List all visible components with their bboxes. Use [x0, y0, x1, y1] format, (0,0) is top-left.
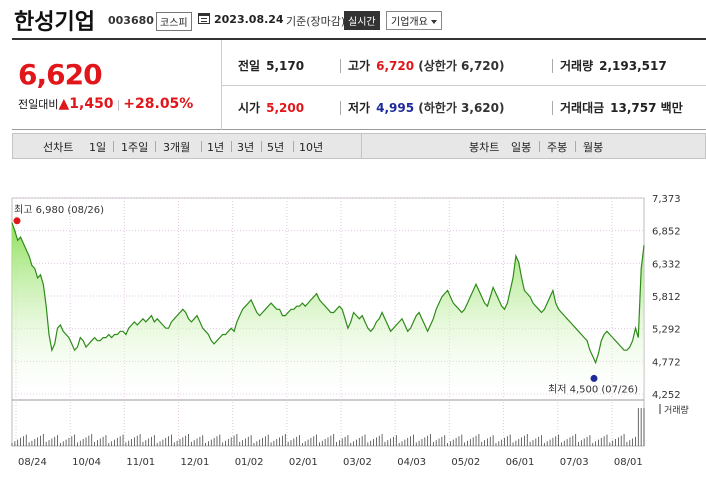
- low-value: 4,995: [376, 101, 415, 115]
- tab-separator: [261, 141, 262, 152]
- amount-value: 13,757: [610, 101, 657, 115]
- y-tick-label: 5,812: [652, 292, 681, 303]
- divider: [552, 59, 553, 73]
- volume-value: 2,193,517: [599, 59, 667, 73]
- open-stat: 시가 5,200: [238, 99, 304, 116]
- low-marker: [590, 374, 598, 382]
- tab-10year[interactable]: 10년: [299, 139, 323, 155]
- tab-monthly[interactable]: 월봉: [583, 139, 603, 155]
- high-stat: 고가 6,720 (상한가 6,720): [348, 57, 504, 74]
- x-tick-label: 05/02: [451, 457, 480, 468]
- y-tick-label: 4,772: [652, 357, 681, 368]
- market-badge: 코스피: [156, 12, 192, 31]
- y-tick-label: 4,252: [652, 390, 681, 401]
- volume-label: 거래량: [664, 404, 689, 416]
- chart-period-tabs: 선차트 1일 1주일 3개월 1년 3년 5년 10년 봉차트 일봉 주봉 월봉: [12, 133, 706, 159]
- high-value: 6,720: [376, 59, 415, 73]
- high-label: 고가: [348, 59, 371, 73]
- amount-unit: 백만: [660, 101, 683, 115]
- calendar-icon: [198, 13, 210, 24]
- x-tick-label: 06/01: [506, 457, 535, 468]
- x-tick-label: 03/02: [343, 457, 372, 468]
- divider: [552, 101, 553, 115]
- x-tick-label: 07/03: [560, 457, 589, 468]
- high-marker: [13, 217, 21, 225]
- x-tick-label: 02/01: [289, 457, 318, 468]
- high-annotation: 최고 6,980 (08/26): [14, 204, 104, 216]
- y-tick-label: 5,292: [652, 325, 681, 336]
- tab-separator: [113, 141, 114, 152]
- change-label: 전일대비: [18, 98, 59, 111]
- price-chart: 7,373 6,852 6,332 5,812 5,292 4,772 4,252 08/24…: [0, 184, 706, 478]
- divider: [340, 59, 341, 73]
- current-price-box: 6,620 전일대비▲1,450 | +28.05%: [12, 40, 222, 130]
- x-tick-label: 12/01: [181, 457, 210, 468]
- low-stat: 저가 4,995 (하한가 3,620): [348, 99, 504, 116]
- price-area: [12, 222, 644, 394]
- amount-label: 거래대금: [560, 101, 605, 115]
- change-row: 전일대비▲1,450 | +28.05%: [18, 96, 193, 112]
- tab-separator: [201, 141, 202, 152]
- company-overview-dropdown[interactable]: 기업개요: [386, 11, 442, 30]
- tab-separator: [231, 141, 232, 152]
- tab-1year[interactable]: 1년: [207, 139, 224, 155]
- tab-separator: [155, 141, 156, 152]
- tab-separator: [575, 141, 576, 152]
- realtime-button[interactable]: 실시간: [344, 11, 380, 30]
- tab-candle-chart[interactable]: 봉차트: [469, 139, 499, 155]
- low-label: 저가: [348, 101, 371, 115]
- tab-5year[interactable]: 5년: [267, 139, 284, 155]
- stock-code: 003680: [108, 14, 154, 27]
- price-chart-svg: 7,373 6,852 6,332 5,812 5,292 4,772 4,252 08/24…: [11, 194, 689, 468]
- price-summary: 6,620 전일대비▲1,450 | +28.05% 전일 5,170 고가 6,720…: [12, 38, 706, 130]
- x-tick-label: 01/02: [235, 457, 264, 468]
- base-date: 2023.08.24: [214, 13, 284, 26]
- x-tick-label: 11/01: [126, 457, 155, 468]
- change-percent: +28.05%: [123, 96, 194, 112]
- x-tick-label: 08/01: [614, 457, 643, 468]
- chevron-down-icon: [430, 20, 437, 24]
- x-tick-label: 08/24: [18, 457, 47, 468]
- upper-limit: (상한가 6,720): [418, 59, 505, 73]
- change-value: 1,450: [69, 96, 114, 112]
- lower-limit: (하한가 3,620): [418, 101, 505, 115]
- x-tick-label: 04/03: [397, 457, 426, 468]
- stock-header: 한성기업 003680 코스피 2023.08.24 기준(장마감) 실시간 기…: [0, 0, 706, 36]
- company-name: 한성기업: [14, 10, 95, 35]
- separator: |: [116, 98, 121, 111]
- y-tick-label: 6,852: [652, 227, 681, 238]
- current-price: 6,620: [18, 58, 103, 91]
- company-overview-label: 기업개요: [391, 17, 428, 28]
- tab-separator: [293, 141, 294, 152]
- prev-close-stat: 전일 5,170: [238, 57, 304, 74]
- tab-1week[interactable]: 1주일: [121, 139, 148, 155]
- prev-close-label: 전일: [238, 59, 261, 73]
- amount-stat: 거래대금 13,757 백만: [560, 99, 683, 116]
- tab-3month[interactable]: 3개월: [163, 139, 190, 155]
- tab-3year[interactable]: 3년: [237, 139, 254, 155]
- up-arrow-icon: ▲: [58, 96, 70, 112]
- open-value: 5,200: [266, 101, 305, 115]
- divider: [340, 101, 341, 115]
- tab-daily[interactable]: 일봉: [511, 139, 531, 155]
- tab-1day[interactable]: 1일: [89, 139, 106, 155]
- prev-close-value: 5,170: [266, 59, 305, 73]
- tab-group-divider: [361, 134, 362, 158]
- volume-stat: 거래량 2,193,517: [560, 57, 667, 74]
- tab-separator: [539, 141, 540, 152]
- row-divider: [222, 85, 706, 86]
- base-date-suffix: 기준(장마감): [286, 15, 346, 28]
- volume-label: 거래량: [560, 59, 594, 73]
- y-tick-label: 7,373: [652, 194, 681, 205]
- x-tick-label: 10/04: [72, 457, 101, 468]
- y-tick-label: 6,332: [652, 259, 681, 270]
- tab-weekly[interactable]: 주봉: [547, 139, 567, 155]
- low-annotation: 최저 4,500 (07/26): [548, 383, 638, 395]
- tab-line-chart[interactable]: 선차트: [43, 139, 73, 155]
- open-label: 시가: [238, 101, 261, 115]
